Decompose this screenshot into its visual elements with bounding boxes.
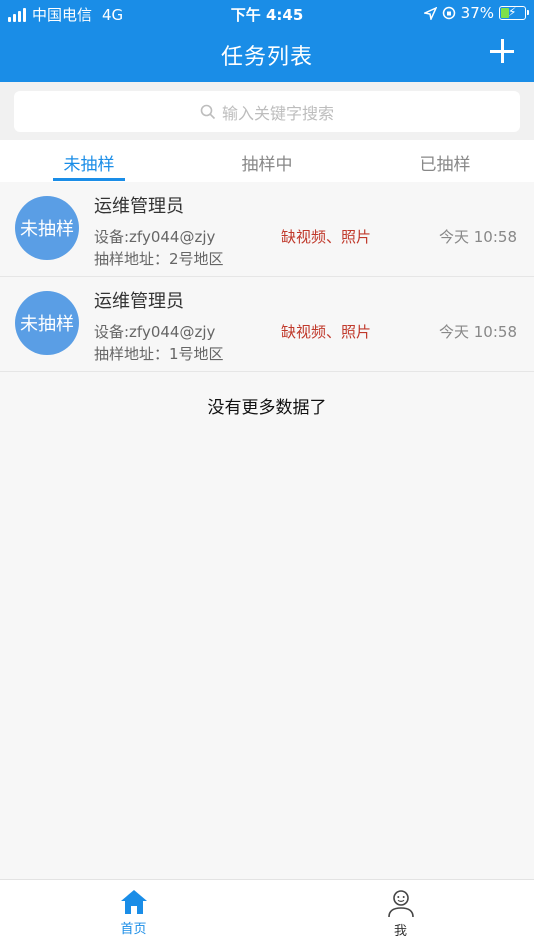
search-input[interactable]: 输入关键字搜索: [14, 91, 520, 132]
task-time: 今天 10:58: [439, 323, 517, 341]
orientation-lock-icon: [442, 6, 455, 20]
home-icon: [120, 890, 147, 914]
tab-sampling[interactable]: 抽样中: [178, 140, 356, 182]
nav-home[interactable]: 首页: [0, 880, 267, 950]
task-list: 未抽样 运维管理员 设备:zfy044@zjy 缺视频、照片 今天 10:58 …: [0, 182, 534, 372]
nav-me-label: 我: [393, 924, 407, 939]
page-title: 任务列表: [220, 45, 313, 70]
task-item[interactable]: 未抽样 运维管理员 设备:zfy044@zjy 缺视频、照片 今天 10:58 …: [0, 277, 534, 372]
task-name: 运维管理员: [94, 291, 184, 312]
tab-sampled[interactable]: 已抽样: [356, 140, 534, 182]
search-placeholder: 输入关键字搜索: [221, 103, 334, 123]
battery-percent: 37%: [460, 4, 494, 22]
plus-icon[interactable]: [488, 37, 516, 65]
task-address: 抽样地址：1号地区: [94, 345, 224, 363]
task-device: 设备:zfy044@zjy: [94, 228, 216, 246]
location-arrow-icon: [423, 6, 437, 20]
task-missing: 缺视频、照片: [281, 228, 372, 246]
task-name: 运维管理员: [94, 196, 184, 217]
user-icon: [387, 890, 414, 918]
status-avatar: 未抽样: [15, 291, 79, 355]
task-missing: 缺视频、照片: [281, 323, 372, 341]
status-tabs: 未抽样 抽样中 已抽样: [0, 140, 534, 182]
status-avatar: 未抽样: [15, 196, 79, 260]
battery-icon: ⚡: [499, 5, 529, 20]
search-icon: [200, 104, 216, 119]
nav-home-label: 首页: [120, 922, 147, 937]
task-device: 设备:zfy044@zjy: [94, 323, 216, 341]
bottom-nav: 首页 我: [0, 879, 534, 950]
no-more-data: 没有更多数据了: [207, 398, 327, 418]
status-bar: 中国电信 4G 下午 4:45 37% ⚡: [0, 0, 534, 27]
task-time: 今天 10:58: [439, 228, 517, 246]
navigation-bar: 任务列表: [0, 27, 534, 82]
tab-unsampled[interactable]: 未抽样: [0, 140, 178, 182]
nav-me[interactable]: 我: [267, 880, 534, 950]
task-item[interactable]: 未抽样 运维管理员 设备:zfy044@zjy 缺视频、照片 今天 10:58 …: [0, 182, 534, 277]
task-address: 抽样地址：2号地区: [94, 250, 224, 268]
search-area: 输入关键字搜索: [0, 82, 534, 140]
